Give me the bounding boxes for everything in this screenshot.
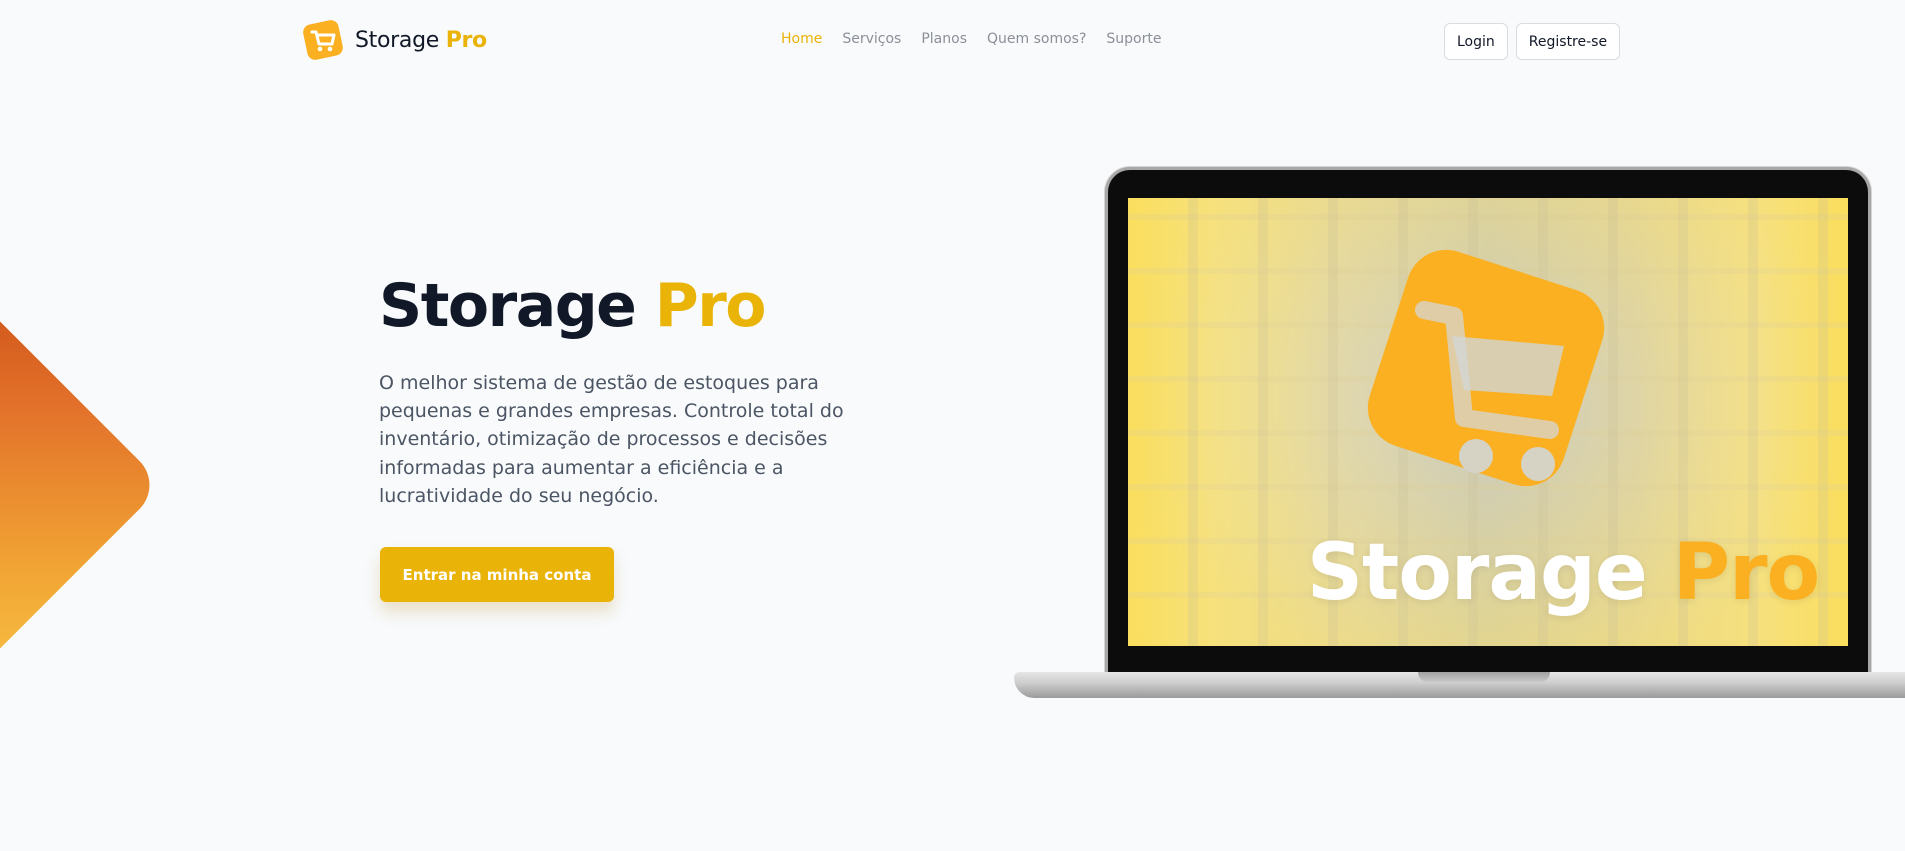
logo-text: Storage Pro [355, 27, 487, 53]
site-header: Storage Pro Home Serviços Planos Quem so… [0, 0, 1905, 84]
hero-title: Storage Pro [379, 271, 767, 341]
landing-page: Storage Pro Home Serviços Planos Quem so… [0, 0, 1905, 851]
laptop-screen: Storage Pro [1128, 198, 1848, 646]
decorative-diamond [0, 213, 164, 757]
enter-account-button[interactable]: Entrar na minha conta [380, 547, 614, 602]
laptop-notch [1418, 672, 1550, 682]
laptop-mockup: Storage Pro [1014, 170, 1905, 705]
laptop-lid: Storage Pro [1108, 170, 1868, 672]
shopping-cart-icon [1367, 249, 1605, 487]
logo-link[interactable]: Storage Pro [301, 18, 487, 62]
nav-servicos[interactable]: Serviços [842, 31, 901, 47]
screen-brand-text: Storage Pro [1306, 528, 1820, 618]
auth-buttons: Login Registre-se [1444, 23, 1621, 60]
main-nav: Home Serviços Planos Quem somos? Suporte [781, 31, 1161, 47]
login-button[interactable]: Login [1444, 23, 1508, 60]
nav-home[interactable]: Home [781, 31, 822, 47]
hero-description: O melhor sistema de gestão de estoques p… [379, 372, 844, 507]
nav-quem-somos[interactable]: Quem somos? [987, 31, 1086, 47]
register-button[interactable]: Registre-se [1515, 23, 1621, 60]
nav-suporte[interactable]: Suporte [1106, 31, 1161, 47]
shopping-cart-icon [303, 20, 343, 60]
nav-planos[interactable]: Planos [921, 31, 967, 47]
